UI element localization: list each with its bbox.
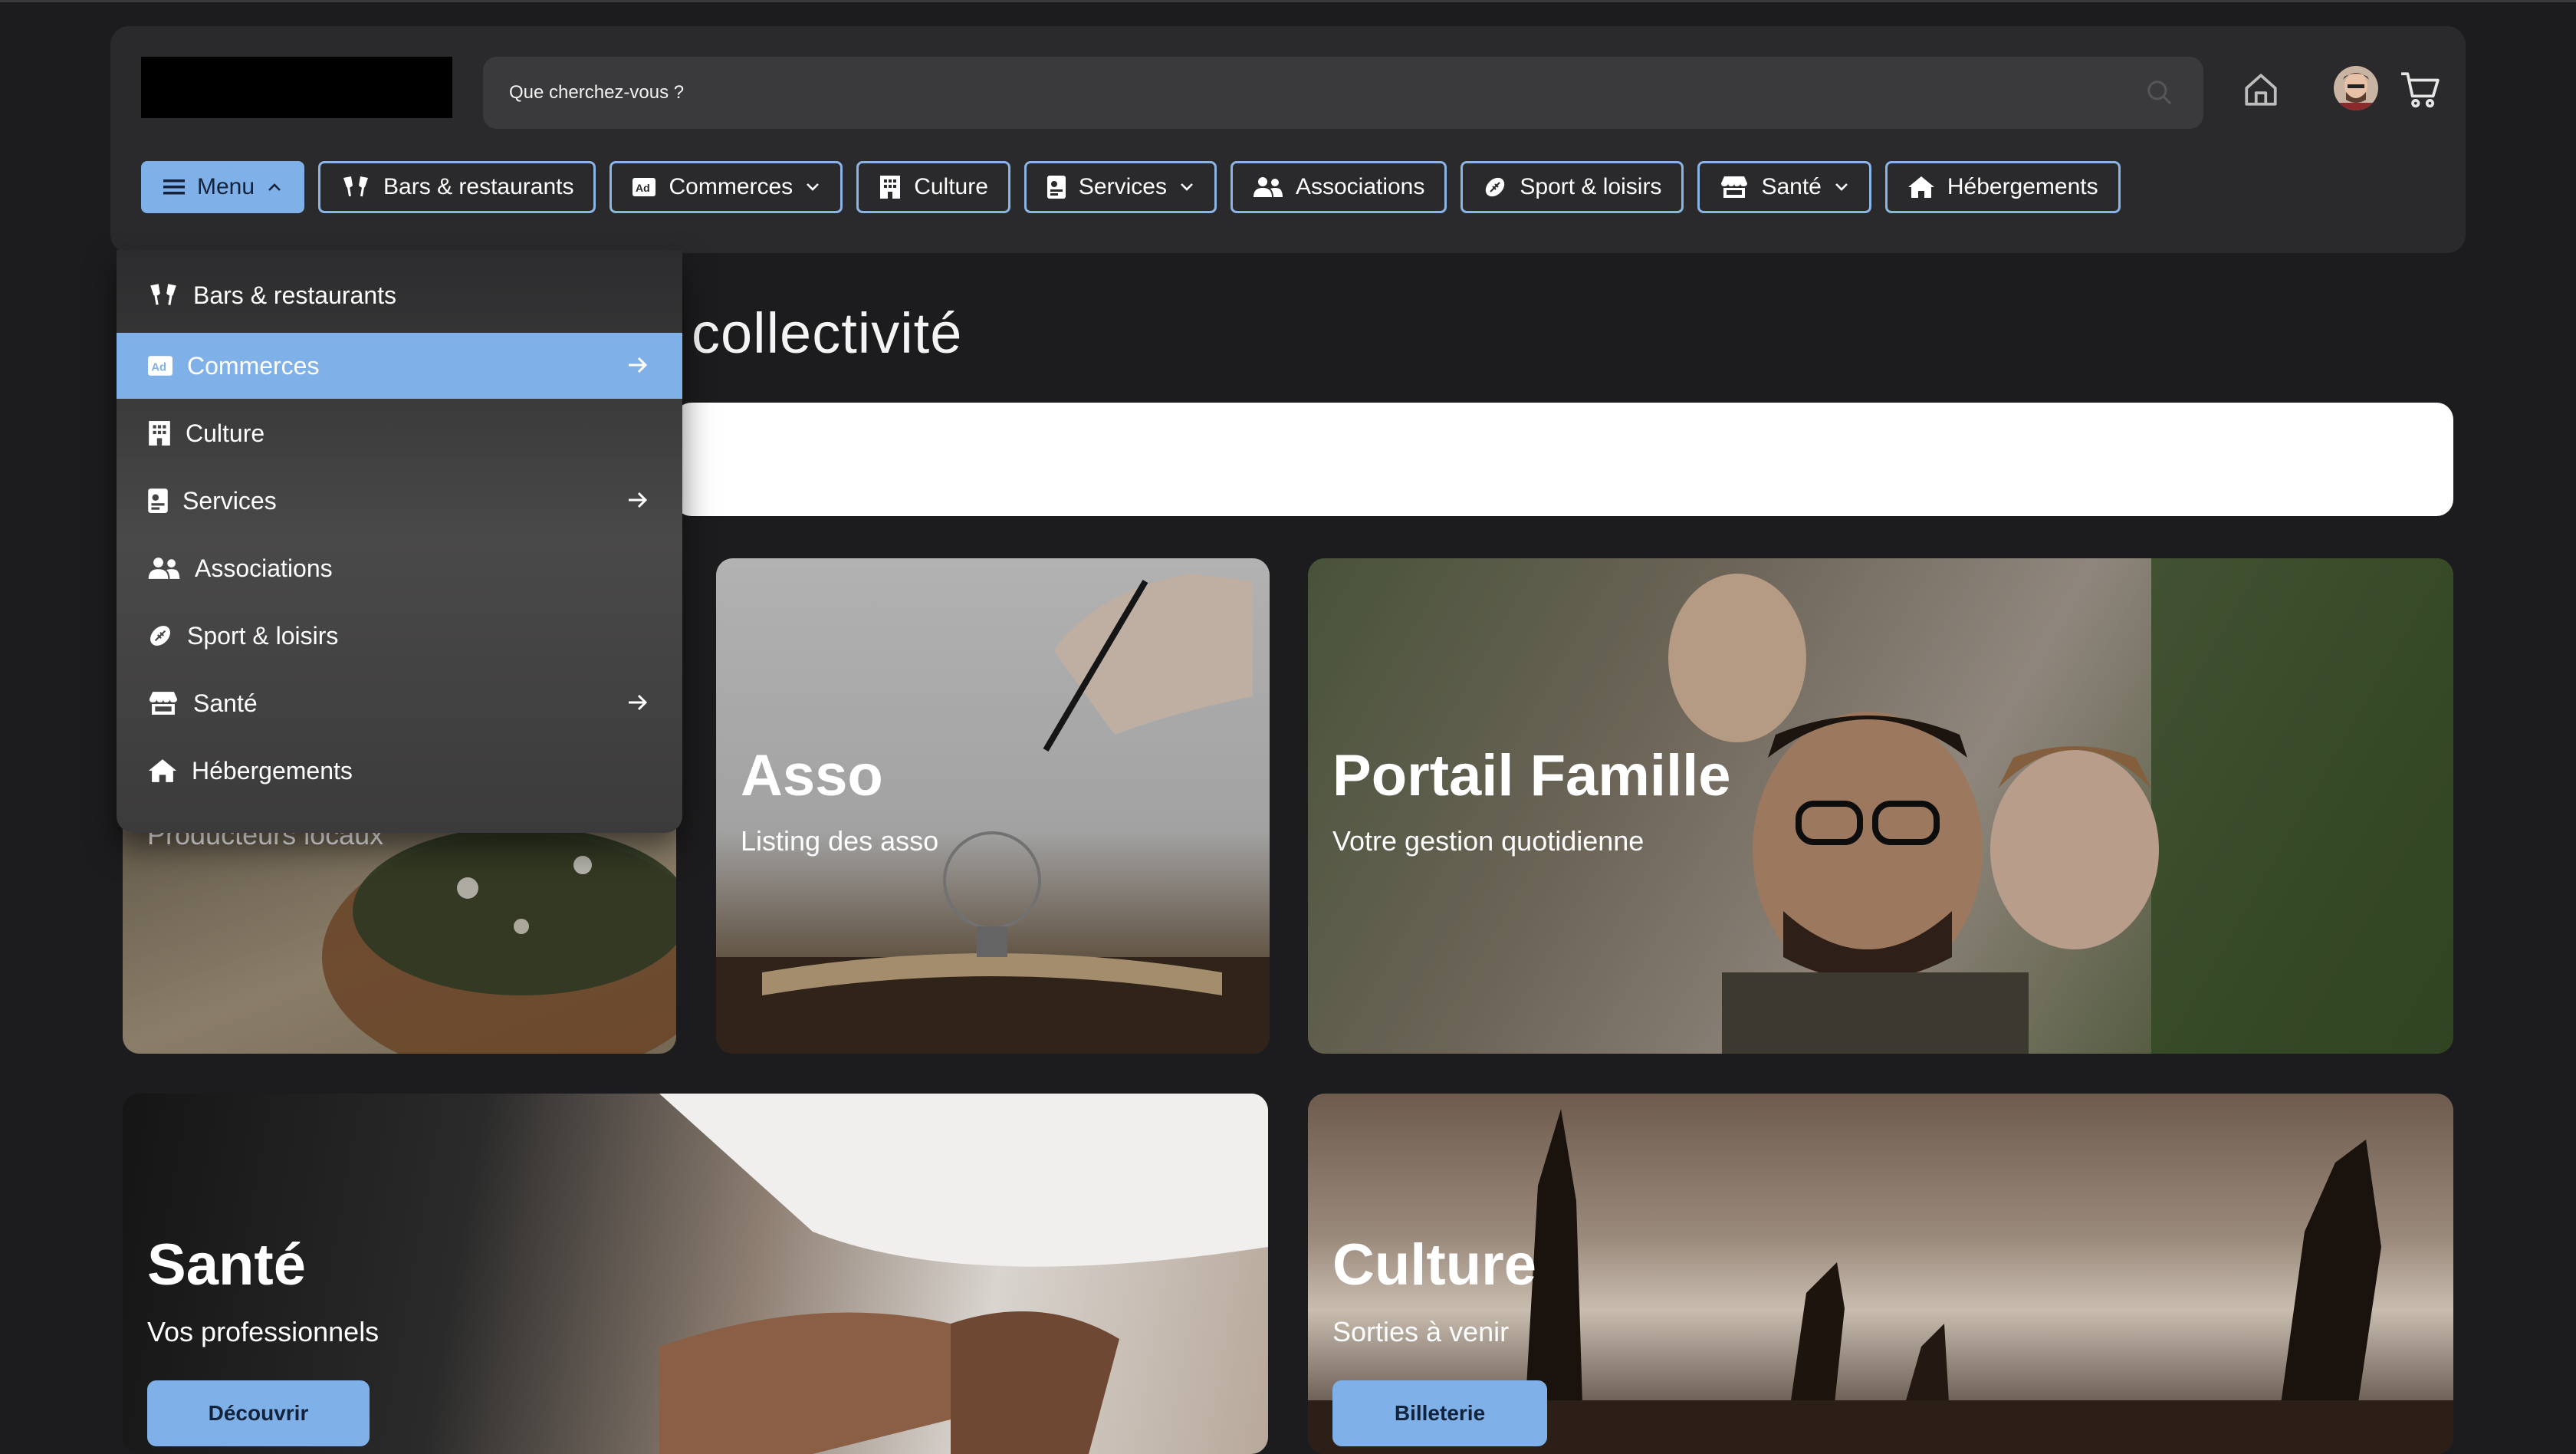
svg-text:Ad: Ad (636, 182, 650, 194)
search-icon[interactable] (2145, 78, 2174, 107)
dropdown-item-label: Sport & loisirs (187, 621, 339, 650)
building-icon (880, 176, 901, 199)
store-icon (149, 692, 178, 715)
dropdown-item-label: Commerces (187, 351, 320, 380)
building-icon (149, 421, 170, 446)
nav-label: Associations (1295, 174, 1425, 199)
chevron-down-icon (1835, 183, 1848, 191)
search-bar[interactable]: Que cherchez-vous ? (483, 57, 2203, 129)
ad-icon: Ad (148, 356, 172, 376)
chevron-down-icon (1181, 183, 1193, 191)
card-asso[interactable]: Asso Listing des asso (716, 558, 1270, 1054)
store-icon (1721, 176, 1748, 198)
chevron-up-icon (268, 183, 281, 191)
dropdown-item-associations[interactable]: Associations (117, 535, 682, 601)
card-title: Portail Famille (1332, 743, 1731, 808)
dropdown-item-label: Culture (186, 419, 265, 447)
hamburger-icon (163, 179, 185, 195)
page-banner (675, 403, 2453, 516)
nav-sport-loisirs[interactable]: Sport & loisirs (1460, 161, 1684, 213)
nav-associations[interactable]: Associations (1230, 161, 1447, 213)
menu-dropdown: Bars & restaurants Ad Commerces Culture … (117, 250, 682, 833)
nav-commerces[interactable]: Ad Commerces (610, 161, 843, 213)
nav-sante[interactable]: Santé (1697, 161, 1871, 213)
nav-culture[interactable]: Culture (856, 161, 1010, 213)
nav-label: Services (1078, 174, 1167, 199)
search-input[interactable]: Que cherchez-vous ? (509, 82, 684, 104)
nav-label: Hébergements (1947, 174, 2098, 199)
card-portail-famille[interactable]: Portail Famille Votre gestion quotidienn… (1308, 558, 2453, 1054)
site-logo[interactable] (141, 57, 452, 118)
dropdown-item-commerces[interactable]: Ad Commerces (117, 333, 682, 399)
card-title: Culture (1332, 1232, 1536, 1298)
dropdown-item-label: Services (182, 486, 277, 515)
nav-label: Sport & loisirs (1520, 174, 1662, 199)
users-icon (148, 558, 180, 579)
users-icon (1253, 177, 1283, 197)
nav-bars-restaurants[interactable]: Bars & restaurants (318, 161, 596, 213)
dropdown-item-bars-restaurants[interactable]: Bars & restaurants (117, 262, 682, 328)
site-header: Que cherchez-vous ? Menu Bars & restaura… (110, 26, 2466, 253)
billeterie-button[interactable]: Billeterie (1332, 1380, 1547, 1446)
menu-label: Menu (197, 174, 255, 199)
menu-button[interactable]: Menu (141, 161, 305, 213)
arrow-right-icon (629, 492, 648, 508)
arrow-right-icon (629, 357, 648, 373)
dropdown-item-culture[interactable]: Culture (117, 400, 682, 466)
card-subtitle: Sorties à venir (1332, 1316, 1510, 1347)
ad-icon: Ad (632, 178, 656, 196)
card-sante[interactable]: Santé Vos professionnels Découvrir (123, 1094, 1268, 1454)
category-nav: Menu Bars & restaurants Ad Commerces Cul… (141, 161, 2121, 216)
home-icon[interactable] (2242, 71, 2280, 109)
dropdown-item-hebergements[interactable]: Hébergements (117, 738, 682, 804)
house-icon (148, 759, 177, 782)
svg-text:Ad: Ad (151, 361, 166, 373)
football-icon (1486, 177, 1505, 197)
card-title: Santé (147, 1232, 306, 1298)
house-icon (1907, 176, 1934, 198)
window-top-border (0, 0, 2576, 2)
nav-hebergements[interactable]: Hébergements (1884, 161, 2121, 213)
nav-label: Commerces (669, 174, 794, 199)
dropdown-item-label: Hébergements (192, 756, 353, 785)
user-avatar[interactable] (2334, 66, 2378, 110)
cart-icon[interactable] (2400, 71, 2441, 109)
nav-services[interactable]: Services (1024, 161, 1217, 213)
id-card-icon (1046, 176, 1066, 199)
dropdown-item-services[interactable]: Services (117, 468, 682, 534)
card-culture[interactable]: Culture Sorties à venir Billeterie (1308, 1094, 2453, 1454)
id-card-icon (148, 489, 168, 513)
dropdown-item-label: Santé (193, 689, 258, 717)
chevron-down-icon (807, 183, 820, 191)
dropdown-item-sport-loisirs[interactable]: Sport & loisirs (117, 603, 682, 669)
page-title: collectivité (692, 301, 963, 365)
card-title: Asso (741, 743, 883, 808)
football-icon (150, 626, 170, 646)
dropdown-item-sante[interactable]: Santé (117, 670, 682, 736)
dropdown-item-label: Associations (195, 554, 333, 582)
decouvrir-button[interactable]: Découvrir (147, 1380, 370, 1446)
arrow-right-icon (629, 694, 648, 711)
card-subtitle: Votre gestion quotidienne (1332, 825, 1644, 857)
nav-label: Bars & restaurants (383, 174, 574, 199)
dropdown-item-label: Bars & restaurants (193, 281, 396, 309)
nav-label: Culture (914, 174, 988, 199)
nav-label: Santé (1761, 174, 1822, 199)
champagne-glasses-icon (150, 284, 176, 305)
champagne-glasses-icon (343, 176, 369, 197)
card-subtitle: Listing des asso (741, 825, 939, 857)
card-subtitle: Vos professionnels (147, 1316, 380, 1347)
